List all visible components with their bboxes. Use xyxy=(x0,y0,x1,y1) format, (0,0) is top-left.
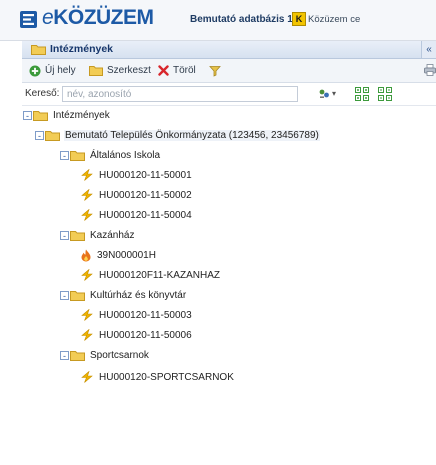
lightning-bolt-icon xyxy=(81,169,93,181)
tree-node-meter[interactable]: HU000120-11-50003 xyxy=(80,306,193,324)
tree-node-label: Intézmények xyxy=(53,109,110,121)
folder-icon xyxy=(70,230,85,241)
expand-all-button[interactable] xyxy=(355,87,369,104)
tree-node-label: Kazánház xyxy=(90,229,135,241)
collapse-all-icon xyxy=(378,87,392,101)
collapse-toggle-icon[interactable]: - xyxy=(35,130,44,140)
lightning-bolt-icon xyxy=(81,371,93,383)
add-icon xyxy=(29,65,41,76)
search-label: Kereső: xyxy=(25,88,60,99)
search-input[interactable] xyxy=(62,86,298,102)
flame-icon xyxy=(81,249,91,261)
collapse-all-button[interactable] xyxy=(378,87,392,104)
lightning-bolt-icon xyxy=(81,329,93,341)
logo-prefix: e xyxy=(42,6,54,29)
edit-label: Szerkeszt xyxy=(107,65,151,76)
chevron-down-icon: ▾ xyxy=(332,89,337,98)
folder-icon xyxy=(33,110,48,121)
logo-main: KÖZÜZEM xyxy=(53,6,154,29)
folder-icon xyxy=(70,150,85,161)
tree-node-label: Általános Iskola xyxy=(90,149,161,161)
tree-node-group[interactable]: - Sportcsarnok xyxy=(60,346,150,364)
tree-node-meter[interactable]: 39N000001H xyxy=(80,246,157,264)
collapse-toggle-icon[interactable]: - xyxy=(60,230,69,240)
delete-icon xyxy=(158,65,169,76)
tree-node-label: HU000120-11-50003 xyxy=(99,309,192,321)
tree-node-root[interactable]: - Intézmények xyxy=(23,106,111,124)
panel-title: Intézmények xyxy=(50,43,114,55)
tree-node-meter[interactable]: HU000120-11-50002 xyxy=(80,186,193,204)
printer-icon xyxy=(424,64,436,76)
collapse-toggle-icon[interactable]: - xyxy=(23,110,32,120)
tree-node-group[interactable]: - Kultúrház és könyvtár xyxy=(60,286,187,304)
folder-icon xyxy=(70,350,85,361)
folder-icon xyxy=(45,130,60,141)
tree-node-meter[interactable]: HU000120-11-50004 xyxy=(80,206,193,224)
new-location-button[interactable]: Új hely xyxy=(29,63,76,78)
panel-title-bar: Intézmények « xyxy=(22,41,436,59)
search-options-icon xyxy=(319,89,329,98)
tree-node-meter[interactable]: HU000120-SPORTCSARNOK xyxy=(80,368,235,386)
expand-all-icon xyxy=(355,87,369,101)
lightning-bolt-icon xyxy=(81,209,93,221)
tree-node-organization[interactable]: - Bemutató Település Önkormányzata (1234… xyxy=(35,126,320,144)
new-location-label: Új hely xyxy=(45,65,76,76)
tree-node-label: 39N000001H xyxy=(97,249,156,261)
tree-node-label: HU000120-11-50004 xyxy=(99,209,192,221)
tree-node-label: HU000120F11-KAZANHAZ xyxy=(99,269,220,281)
search-row: Kereső: ▾ xyxy=(22,83,436,106)
logo-icon xyxy=(20,11,37,28)
folder-icon xyxy=(70,290,85,301)
kozuzem-badge-icon[interactable]: K xyxy=(292,12,306,26)
app-window: eKÖZÜZEM Bemutató adatbázis 1▾ K Közüzem… xyxy=(0,0,436,465)
kozuzem-link[interactable]: Közüzem ce xyxy=(308,14,436,25)
tree-node-label: Sportcsarnok xyxy=(90,349,149,361)
collapse-toggle-icon[interactable]: - xyxy=(60,350,69,360)
database-select-label: Bemutató adatbázis 1 xyxy=(190,14,293,25)
database-select[interactable]: Bemutató adatbázis 1▾ xyxy=(190,14,300,25)
tree-node-group[interactable]: - Általános Iskola xyxy=(60,146,161,164)
tree-node-label: HU000120-11-50006 xyxy=(99,329,192,341)
lightning-bolt-icon xyxy=(81,189,93,201)
tree-node-label: Bemutató Település Önkormányzata (123456… xyxy=(64,129,320,141)
tree-node-label: Kultúrház és könyvtár xyxy=(90,289,187,301)
edit-button[interactable]: Szerkeszt xyxy=(89,63,151,78)
lightning-bolt-icon xyxy=(81,309,93,321)
app-header: eKÖZÜZEM Bemutató adatbázis 1▾ K Közüzem… xyxy=(0,0,436,41)
search-options-button[interactable]: ▾ xyxy=(318,88,336,103)
tree-node-label: HU000120-SPORTCSARNOK xyxy=(99,371,234,383)
tree-node-meter[interactable]: HU000120-11-50006 xyxy=(80,326,193,344)
tree-node-label: HU000120-11-50001 xyxy=(99,169,192,181)
institution-tree: - Intézmények - Bemutató Település Önkor… xyxy=(22,106,436,465)
lightning-bolt-icon xyxy=(81,269,93,281)
delete-label: Töröl xyxy=(173,65,196,76)
delete-button[interactable]: Töröl xyxy=(158,63,196,78)
tree-node-meter[interactable]: HU000120-11-50001 xyxy=(80,166,193,184)
filter-button[interactable] xyxy=(209,63,225,78)
collapse-toggle-icon[interactable]: - xyxy=(60,150,69,160)
tree-node-meter[interactable]: HU000120F11-KAZANHAZ xyxy=(80,266,221,284)
app-logo: eKÖZÜZEM xyxy=(42,6,154,30)
folder-icon xyxy=(31,45,46,55)
tree-node-group[interactable]: - Kazánház xyxy=(60,226,135,244)
folder-edit-icon xyxy=(89,66,103,76)
collapse-toggle-icon[interactable]: - xyxy=(60,290,69,300)
collapse-panel-button[interactable]: « xyxy=(421,41,436,58)
filter-icon xyxy=(209,65,221,77)
print-button[interactable] xyxy=(424,64,436,79)
toolbar: Új hely Szerkeszt Töröl xyxy=(22,59,436,83)
tree-node-label: HU000120-11-50002 xyxy=(99,189,192,201)
